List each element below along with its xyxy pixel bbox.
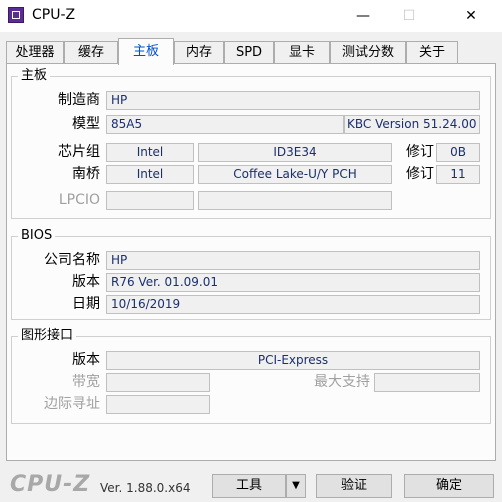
graphic-interface-group-title: 图形接口 [18, 328, 77, 344]
bios-date-label: 日期 [72, 296, 100, 312]
bottom-bar: CPU-Z Ver. 1.88.0.x64 工具 ▼ 验证 确定 [0, 466, 502, 502]
southbridge-model-field: Coffee Lake-U/Y PCH [198, 165, 392, 184]
southbridge-vendor-field: Intel [106, 165, 194, 184]
gi-link-width-label: 带宽 [72, 374, 100, 390]
tab-graphics[interactable]: 显卡 [274, 41, 330, 63]
bios-version-label: 版本 [72, 274, 100, 290]
window-title: CPU-Z [32, 7, 76, 23]
gi-version-label: 版本 [72, 352, 100, 368]
model-field: 85A5 [106, 115, 344, 134]
southbridge-revision-label: 修订 [406, 166, 434, 182]
maximize-button[interactable]: ☐ [386, 0, 432, 32]
title-bar: CPU-Z — ☐ ✕ [0, 0, 502, 32]
gi-link-width-field [106, 373, 210, 392]
chipset-label: 芯片组 [58, 144, 100, 160]
gi-sideband-field [106, 395, 210, 414]
cpuz-logo: CPU-Z [10, 472, 91, 497]
mainboard-group: 主板 制造商 HP 模型 85A5 KBC Version 51.24.00 芯… [11, 68, 491, 219]
gi-version-field: PCI-Express [106, 351, 480, 370]
lpcio-model-field [198, 191, 392, 210]
tab-about[interactable]: 关于 [406, 41, 458, 63]
tab-mainboard[interactable]: 主板 [118, 38, 174, 65]
mainboard-panel: 主板 制造商 HP 模型 85A5 KBC Version 51.24.00 芯… [6, 63, 496, 461]
ok-button[interactable]: 确定 [404, 474, 494, 498]
bios-brand-field: HP [106, 251, 480, 270]
tab-bench[interactable]: 测试分数 [330, 41, 406, 63]
model-label: 模型 [72, 116, 100, 132]
gi-sideband-label: 边际寻址 [44, 396, 100, 412]
lpcio-vendor-field [106, 191, 194, 210]
mainboard-group-title: 主板 [18, 68, 51, 84]
gi-max-supported-field [374, 373, 480, 392]
tab-spd[interactable]: SPD [224, 41, 274, 63]
validate-button[interactable]: 验证 [316, 474, 392, 498]
minimize-button[interactable]: — [340, 0, 386, 32]
chipset-vendor-field: Intel [106, 143, 194, 162]
southbridge-label: 南桥 [72, 166, 100, 182]
chipset-model-field: ID3E34 [198, 143, 392, 162]
tools-dropdown-arrow-icon[interactable]: ▼ [286, 474, 306, 498]
manufacturer-label: 制造商 [58, 92, 100, 108]
tools-button[interactable]: 工具 [212, 474, 286, 498]
app-icon [8, 7, 24, 23]
lpcio-label: LPCIO [58, 192, 100, 208]
chipset-revision-label: 修订 [406, 144, 434, 160]
bios-date-field: 10/16/2019 [106, 295, 480, 314]
bios-group-title: BIOS [18, 228, 56, 244]
bios-brand-label: 公司名称 [44, 252, 100, 268]
southbridge-revision-field: 11 [436, 165, 480, 184]
version-label: Ver. 1.88.0.x64 [100, 481, 191, 495]
graphic-interface-group: 图形接口 版本 PCI-Express 带宽 最大支持 边际寻址 [11, 328, 491, 424]
chipset-revision-field: 0B [436, 143, 480, 162]
tab-cpu[interactable]: 处理器 [6, 41, 64, 63]
close-button[interactable]: ✕ [448, 0, 494, 32]
tab-memory[interactable]: 内存 [174, 41, 224, 63]
model-extra-field: KBC Version 51.24.00 [344, 115, 480, 134]
gi-max-supported-label: 最大支持 [314, 374, 370, 390]
bios-version-field: R76 Ver. 01.09.01 [106, 273, 480, 292]
bios-group: BIOS 公司名称 HP 版本 R76 Ver. 01.09.01 日期 10/… [11, 228, 491, 320]
manufacturer-field: HP [106, 91, 480, 110]
tab-caches[interactable]: 缓存 [64, 41, 118, 63]
